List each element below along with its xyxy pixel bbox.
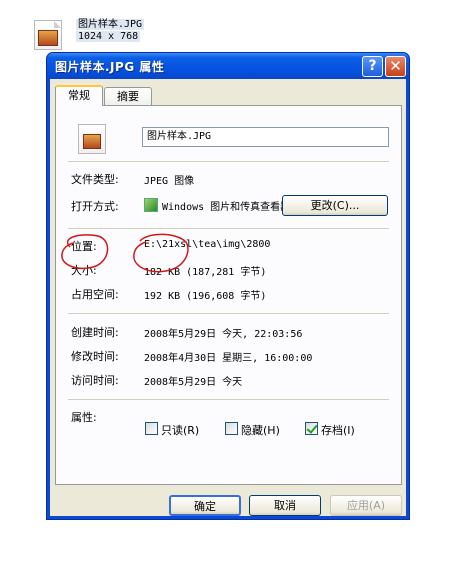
file-type-label: 文件类型: [71, 173, 119, 186]
size-value: 182 KB (187,281 字节) [144, 267, 267, 278]
divider [68, 161, 389, 162]
size-label: 大小: [71, 264, 97, 277]
close-button[interactable]: ✕ [385, 56, 406, 77]
desktop-file-name: 图片样本.JPG [76, 19, 145, 30]
location-value: E:\21xsl\tea\img\2800 [144, 239, 271, 250]
file-type-value: JPEG 图像 [144, 176, 195, 187]
attributes-label: 属性: [71, 411, 97, 424]
tab-summary[interactable]: 摘要 [104, 87, 152, 106]
image-file-icon [34, 20, 62, 50]
accessed-value: 2008年5月29日 今天 [144, 377, 243, 388]
readonly-label[interactable]: 只读(R) [161, 422, 199, 438]
divider [68, 313, 389, 314]
tab-general[interactable]: 常规 [55, 85, 103, 106]
desktop-file-icon[interactable]: 图片样本.JPG 1024 x 768 [24, 14, 152, 56]
archive-label[interactable]: 存档(I) [321, 422, 355, 438]
size-on-disk-label: 占用空间: [71, 288, 119, 301]
divider [68, 228, 389, 229]
hidden-checkbox[interactable] [225, 422, 238, 435]
cancel-button[interactable]: 取消 [249, 495, 321, 516]
change-button[interactable]: 更改(C)... [282, 195, 388, 216]
apply-button[interactable]: 应用(A) [330, 495, 402, 516]
properties-dialog: 图片样本.JPG 属性 ? ✕ 常规 摘要 图片样本.JPG 文件类型: JPE… [46, 52, 410, 520]
jpeg-file-icon [78, 124, 106, 154]
created-label: 创建时间: [71, 326, 119, 339]
size-on-disk-value: 192 KB (196,608 字节) [144, 291, 267, 302]
window-title: 图片样本.JPG 属性 [55, 60, 165, 74]
open-with-label: 打开方式: [71, 200, 119, 213]
created-value: 2008年5月29日 今天, 22:03:56 [144, 329, 303, 340]
accessed-label: 访问时间: [71, 374, 119, 387]
modified-value: 2008年4月30日 星期三, 16:00:00 [144, 353, 313, 364]
open-with-value: Windows 图片和传真查看器 [162, 202, 282, 213]
hidden-label[interactable]: 隐藏(H) [241, 422, 280, 438]
ok-button[interactable]: 确定 [169, 495, 241, 516]
archive-checkbox[interactable] [305, 422, 318, 435]
location-label: 位置: [71, 240, 97, 253]
title-bar[interactable]: 图片样本.JPG 属性 ? ✕ [47, 53, 409, 79]
desktop-file-dimensions: 1024 x 768 [76, 31, 141, 42]
divider [68, 399, 389, 400]
file-name-field[interactable]: 图片样本.JPG [142, 127, 389, 147]
help-button[interactable]: ? [362, 56, 383, 77]
modified-label: 修改时间: [71, 350, 119, 363]
readonly-checkbox[interactable] [145, 422, 158, 435]
dialog-body: 常规 摘要 图片样本.JPG 文件类型: JPEG 图像 打开方式: Windo… [50, 79, 406, 516]
photo-viewer-icon [144, 198, 158, 212]
